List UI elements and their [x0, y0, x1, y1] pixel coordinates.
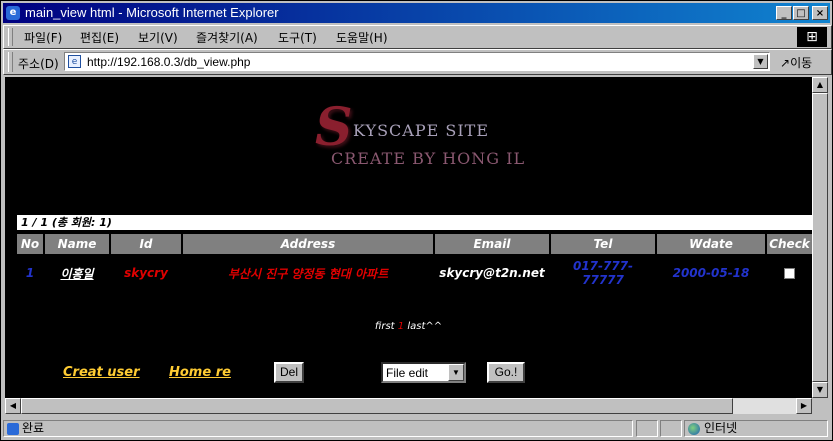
status-bar: 완료 인터넷	[3, 418, 830, 438]
menu-bar: 파일(F) 편집(E) 보기(V) 즐겨찾기(A) 도구(T) 도움말(H) ⊞	[3, 25, 832, 49]
menu-grip[interactable]	[8, 28, 13, 46]
scroll-down-icon[interactable]: ▼	[812, 382, 828, 398]
col-no: No	[17, 234, 43, 254]
table-header: No Name Id Address Email Tel Wdate Check	[17, 234, 812, 254]
maximize-button[interactable]: □	[793, 6, 809, 20]
row-checkbox[interactable]	[784, 267, 795, 279]
address-url[interactable]: http://192.168.0.3/db_view.php	[87, 55, 250, 69]
del-button[interactable]: Del	[274, 362, 304, 383]
windows-logo-icon: ⊞	[797, 27, 827, 47]
menu-view[interactable]: 보기(V)	[138, 29, 178, 46]
cell-email: skycry@t2n.net	[439, 266, 545, 280]
logo-line1: KYSCAPE SITE	[353, 121, 490, 140]
create-user-link[interactable]: Creat user	[63, 365, 140, 380]
address-input[interactable]: e http://192.168.0.3/db_view.php ▼	[64, 52, 770, 71]
pager-current[interactable]: 1	[398, 321, 404, 332]
site-logo: S KYSCAPE SITE CREATE BY HONG IL	[315, 97, 524, 177]
horizontal-scroll-thumb[interactable]	[21, 398, 733, 414]
col-id: Id	[111, 234, 181, 254]
menu-file[interactable]: 파일(F)	[24, 29, 62, 46]
pager-first[interactable]: first	[375, 321, 395, 332]
cell-no: 1	[25, 266, 35, 280]
address-bar: 주소(D) e http://192.168.0.3/db_view.php ▼…	[3, 49, 832, 75]
address-grip[interactable]	[8, 52, 13, 72]
select-arrow-icon[interactable]: ▼	[448, 364, 464, 381]
status-text: 완료	[22, 421, 45, 435]
horizontal-scrollbar[interactable]: ◀ ▶	[5, 398, 812, 414]
vertical-scroll-thumb[interactable]	[812, 93, 828, 382]
title-bar[interactable]: e main_view html - Microsoft Internet Ex…	[3, 3, 830, 23]
select-value: File edit	[386, 366, 429, 380]
col-email: Email	[435, 234, 549, 254]
scroll-right-icon[interactable]: ▶	[796, 398, 812, 414]
page-content: S KYSCAPE SITE CREATE BY HONG IL 1 / 1 (…	[5, 77, 812, 398]
address-label: 주소(D)	[18, 57, 59, 71]
go-label: 이동	[790, 56, 813, 70]
logo-line2: CREATE BY HONG IL	[331, 149, 526, 168]
browser-window: e main_view html - Microsoft Internet Ex…	[0, 0, 833, 441]
page-info: 1 / 1 (총 회원: 1)	[17, 215, 812, 230]
table-row: 1 이홍일 skycry 부산시 진구 양정동 현대 아파트 skycry@t2…	[17, 257, 812, 289]
col-tel: Tel	[551, 234, 655, 254]
pager: first 1 last^^	[5, 321, 812, 332]
zone-text: 인터넷	[704, 421, 738, 435]
go-submit-button[interactable]: Go.!	[487, 362, 525, 383]
cell-tel: 017-777-77777	[572, 259, 634, 287]
internet-zone-icon	[688, 422, 700, 435]
ie-icon: e	[6, 6, 20, 20]
action-select[interactable]: File edit ▼	[381, 362, 466, 383]
go-button[interactable]: ↗이동	[780, 54, 812, 71]
home-link[interactable]: Home re	[169, 365, 231, 380]
scroll-left-icon[interactable]: ◀	[5, 398, 21, 414]
scroll-corner	[812, 398, 828, 414]
pager-last[interactable]: last^^	[407, 321, 442, 332]
cell-id: skycry	[124, 266, 168, 280]
status-panel-zone: 인터넷	[684, 420, 828, 437]
close-button[interactable]: ×	[812, 6, 828, 20]
col-address: Address	[183, 234, 433, 254]
menu-help[interactable]: 도움말(H)	[336, 29, 388, 46]
vertical-scrollbar[interactable]: ▲ ▼	[812, 77, 828, 398]
menu-edit[interactable]: 편집(E)	[80, 29, 119, 46]
status-panel-2	[660, 420, 682, 437]
minimize-button[interactable]: _	[776, 6, 792, 20]
status-panel-main: 완료	[3, 420, 633, 437]
cell-address: 부산시 진구 양정동 현대 아파트	[227, 266, 389, 281]
menu-tools[interactable]: 도구(T)	[278, 29, 317, 46]
go-arrow-icon: ↗	[780, 56, 791, 70]
status-panel-1	[636, 420, 658, 437]
cell-name-link[interactable]: 이홍일	[45, 257, 109, 289]
cell-check	[767, 257, 812, 289]
scroll-up-icon[interactable]: ▲	[812, 77, 828, 93]
col-name: Name	[45, 234, 109, 254]
page-done-icon	[7, 422, 19, 435]
menu-favorites[interactable]: 즐겨찾기(A)	[196, 29, 258, 46]
col-check: Check	[767, 234, 812, 254]
page-icon: e	[68, 55, 81, 68]
address-dropdown-button[interactable]: ▼	[753, 54, 768, 69]
window-title: main_view html - Microsoft Internet Expl…	[25, 5, 279, 20]
cell-wdate: 2000-05-18	[672, 266, 750, 280]
col-wdate: Wdate	[657, 234, 765, 254]
